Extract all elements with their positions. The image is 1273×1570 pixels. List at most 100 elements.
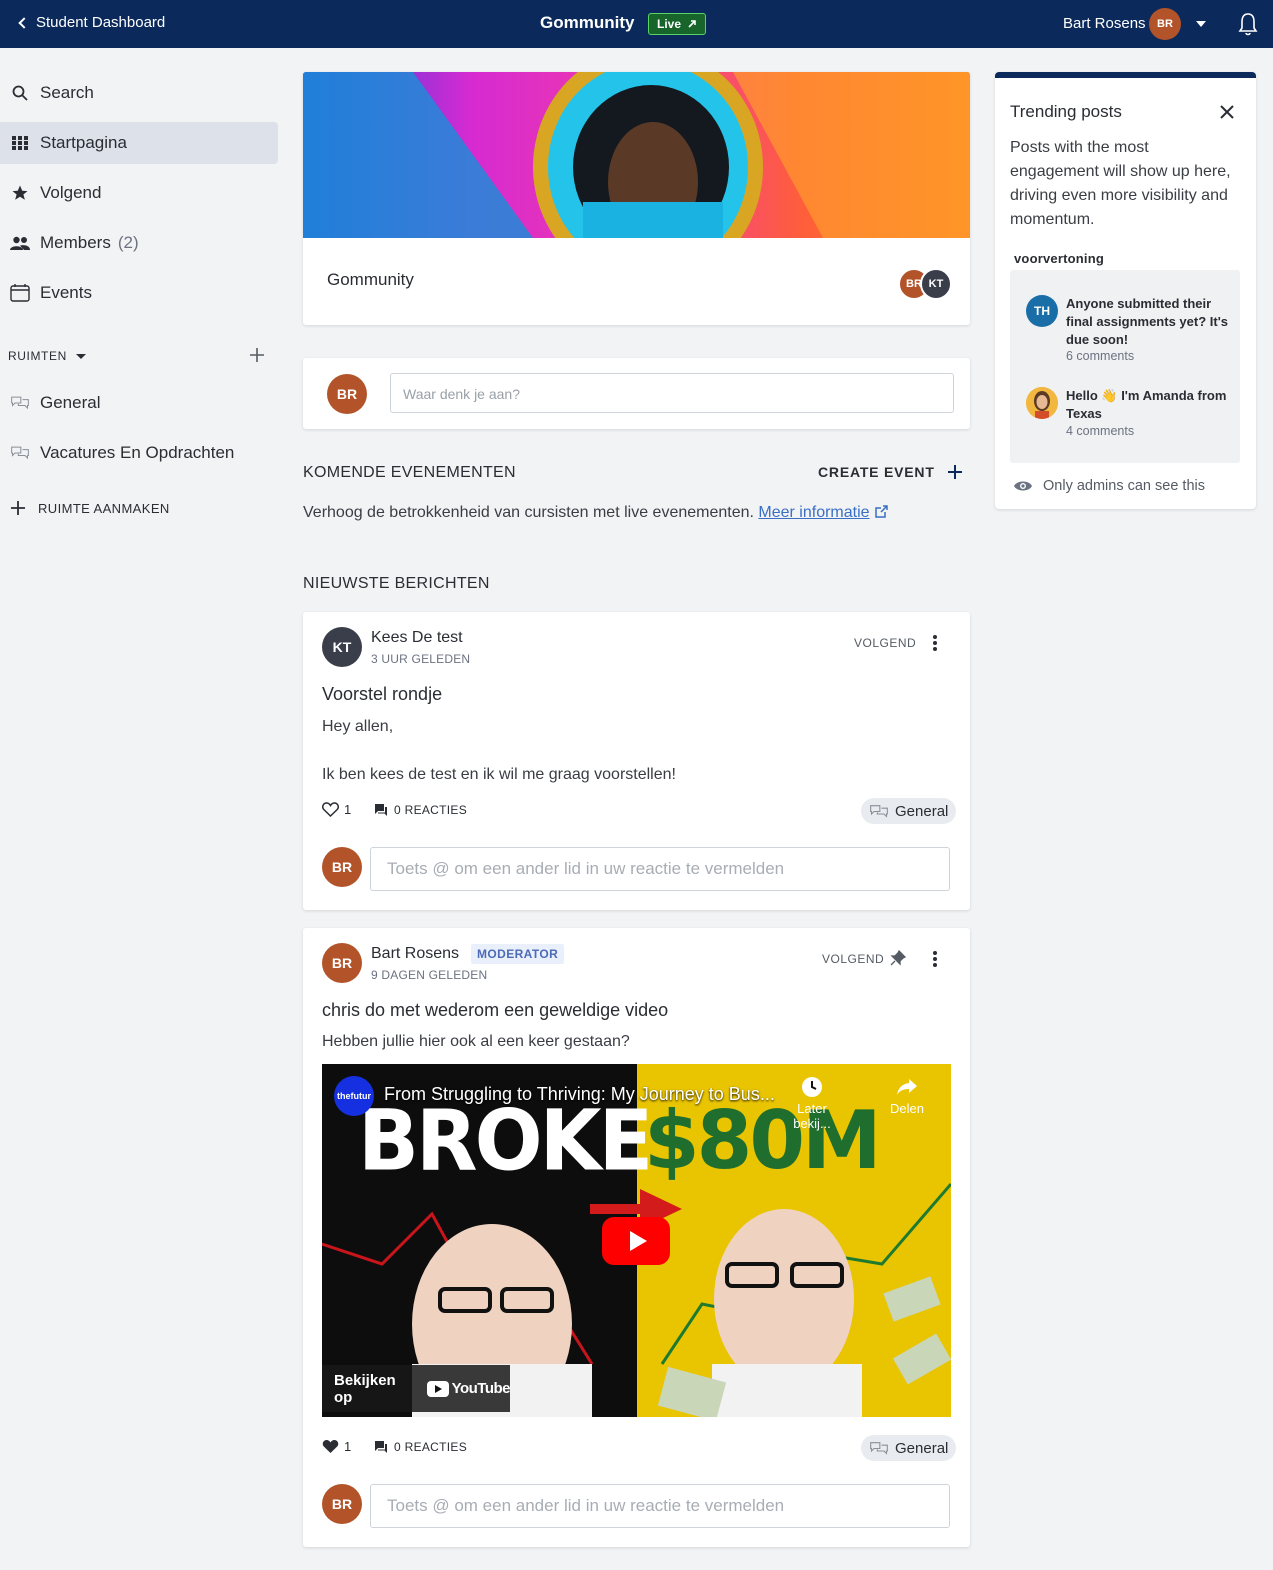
like-count: 1 — [344, 1439, 352, 1454]
post-title[interactable]: Voorstel rondje — [322, 684, 442, 705]
composer-avatar: BR — [327, 374, 367, 414]
heart-outline-icon — [322, 802, 339, 817]
share-button[interactable]: Delen — [882, 1076, 932, 1116]
play-button[interactable] — [602, 1217, 670, 1265]
user-name[interactable]: Bart Rosens — [1063, 15, 1146, 32]
watch-later-button[interactable]: Later bekij... — [777, 1076, 847, 1131]
user-avatar[interactable]: BR — [1149, 8, 1181, 40]
space-tag-label: General — [895, 1439, 949, 1457]
comment-input[interactable]: Toets @ om een ander lid in uw reactie t… — [370, 1484, 950, 1528]
create-event-button[interactable]: CREATE EVENT — [818, 464, 963, 480]
member-avatar[interactable]: KT — [920, 268, 952, 300]
author-avatar[interactable]: KT — [322, 627, 362, 667]
video-embed[interactable]: BROKE $80M thefutur From Struggling to T… — [322, 1064, 951, 1417]
follow-button[interactable]: VOLGEND — [854, 636, 916, 650]
trending-avatar: TH — [1026, 295, 1058, 327]
moderator-badge: MODERATOR — [471, 944, 565, 964]
clock-icon — [802, 1077, 822, 1097]
trending-item[interactable]: TH Anyone submitted their final assignme… — [1026, 295, 1228, 365]
sidebar-space-vacatures[interactable]: Vacatures En Opdrachten — [0, 432, 278, 474]
new-post-input[interactable]: Waar denk je aan? — [390, 373, 954, 413]
banner-image — [303, 72, 970, 238]
create-event-label: CREATE EVENT — [818, 464, 935, 480]
spaces-heading[interactable]: RUIMTEN — [8, 349, 86, 363]
post-time: 9 DAGEN GELEDEN — [371, 968, 488, 982]
more-info-link[interactable]: Meer informatie — [758, 504, 869, 521]
more-options-icon[interactable] — [932, 951, 938, 967]
trending-item-text: Anyone submitted their final assignments… — [1066, 296, 1229, 347]
more-options-icon[interactable] — [932, 635, 938, 651]
people-icon — [10, 233, 30, 253]
add-space-icon[interactable] — [248, 346, 266, 364]
comments-link[interactable]: 0 REACTIES — [375, 1440, 467, 1454]
back-to-dashboard-link[interactable]: Student Dashboard — [18, 14, 166, 31]
events-description: Verhoog de betrokkenheid van cursisten m… — [303, 504, 889, 522]
comments-link[interactable]: 0 REACTIES — [375, 803, 467, 817]
sidebar-item-volgend[interactable]: Volgend — [0, 172, 278, 214]
trending-item-comments: 4 comments — [1066, 424, 1135, 438]
follow-button[interactable]: VOLGEND — [822, 952, 884, 966]
video-title[interactable]: From Struggling to Thriving: My Journey … — [384, 1084, 775, 1105]
admin-visibility-note: Only admins can see this — [1013, 478, 1205, 494]
close-icon[interactable] — [1219, 104, 1235, 120]
post-card: KT Kees De test 3 UUR GELEDEN VOLGEND Vo… — [303, 612, 970, 910]
create-space-button[interactable]: RUIMTE AANMAKEN — [10, 500, 170, 516]
sidebar-item-label: Events — [40, 283, 92, 302]
like-count: 1 — [344, 802, 352, 817]
sidebar-item-search[interactable]: Search — [0, 72, 278, 114]
trending-posts-panel: Trending posts Posts with the most engag… — [995, 72, 1256, 509]
members-count: (2) — [117, 233, 139, 252]
post-title[interactable]: chris do met wederom een geweldige video — [322, 1000, 668, 1021]
bell-icon[interactable] — [1237, 11, 1259, 37]
sidebar-item-label: Search — [40, 83, 94, 102]
sidebar-item-events[interactable]: Events — [0, 272, 278, 314]
back-label: Student Dashboard — [36, 14, 166, 31]
sidebar-item-label: Members — [40, 233, 111, 252]
channel-avatar[interactable]: thefutur — [334, 1076, 374, 1116]
author-name[interactable]: Bart Rosens — [371, 945, 459, 963]
sidebar-item-members[interactable]: Members (2) — [0, 222, 278, 264]
trending-item-comments: 6 comments — [1066, 349, 1135, 363]
comment-input[interactable]: Toets @ om een ander lid in uw reactie t… — [370, 847, 950, 891]
search-icon — [10, 83, 30, 103]
community-banner-card: Gommunity BR KT — [303, 72, 970, 325]
eye-icon — [1014, 481, 1032, 491]
sidebar-space-general[interactable]: General — [0, 382, 278, 424]
plus-icon — [947, 465, 962, 479]
trending-description: Posts with the most engagement will show… — [1010, 139, 1231, 228]
space-tag[interactable]: General — [861, 1435, 957, 1461]
trending-avatar-photo — [1026, 387, 1058, 419]
external-link-icon — [875, 505, 888, 518]
community-name: Gommunity — [327, 270, 414, 289]
trending-title: Trending posts — [1010, 102, 1122, 121]
post-body-line: Hey allen, — [322, 718, 394, 735]
space-tag[interactable]: General — [861, 798, 957, 824]
live-label: Live — [657, 17, 682, 31]
sidebar-item-startpagina[interactable]: Startpagina — [0, 122, 278, 164]
trending-item-text: Hello 👋 I'm Amanda from Texas — [1066, 388, 1227, 421]
pin-icon[interactable] — [890, 950, 906, 966]
author-avatar[interactable]: BR — [322, 943, 362, 983]
live-badge[interactable]: Live — [648, 13, 707, 35]
post-body-line: Ik ben kees de test en ik wil me graag v… — [322, 766, 676, 783]
author-name[interactable]: Kees De test — [371, 629, 463, 647]
trending-item[interactable]: Hello 👋 I'm Amanda from Texas 4 comments — [1026, 387, 1226, 447]
like-button[interactable]: 1 — [322, 1439, 351, 1454]
preview-label: voorvertoning — [1014, 251, 1104, 266]
watch-on-label: Bekijken op — [334, 1371, 396, 1406]
comment-count: 0 REACTIES — [394, 1440, 468, 1454]
like-button[interactable]: 1 — [322, 802, 351, 817]
upcoming-events-heading: KOMENDE EVENEMENTEN — [303, 464, 516, 481]
chat-bubbles-icon — [10, 393, 30, 413]
sidebar-item-label: Vacatures En Opdrachten — [40, 443, 235, 462]
community-title: Gommunity — [540, 13, 635, 32]
share-arrow-icon — [897, 1079, 917, 1095]
post-card: BR Bart Rosens MODERATOR 9 DAGEN GELEDEN… — [303, 928, 970, 1547]
chevron-down-icon[interactable] — [1196, 21, 1206, 27]
spaces-label: RUIMTEN — [8, 349, 67, 363]
thumbnail-text-left: BROKE — [358, 1091, 653, 1190]
grid-icon — [10, 133, 30, 153]
watch-on-youtube-button[interactable]: Bekijken op YouTube — [322, 1365, 511, 1412]
sidebar: Search Startpagina Volgend Members (2) E… — [0, 48, 290, 1570]
calendar-icon — [10, 283, 30, 303]
